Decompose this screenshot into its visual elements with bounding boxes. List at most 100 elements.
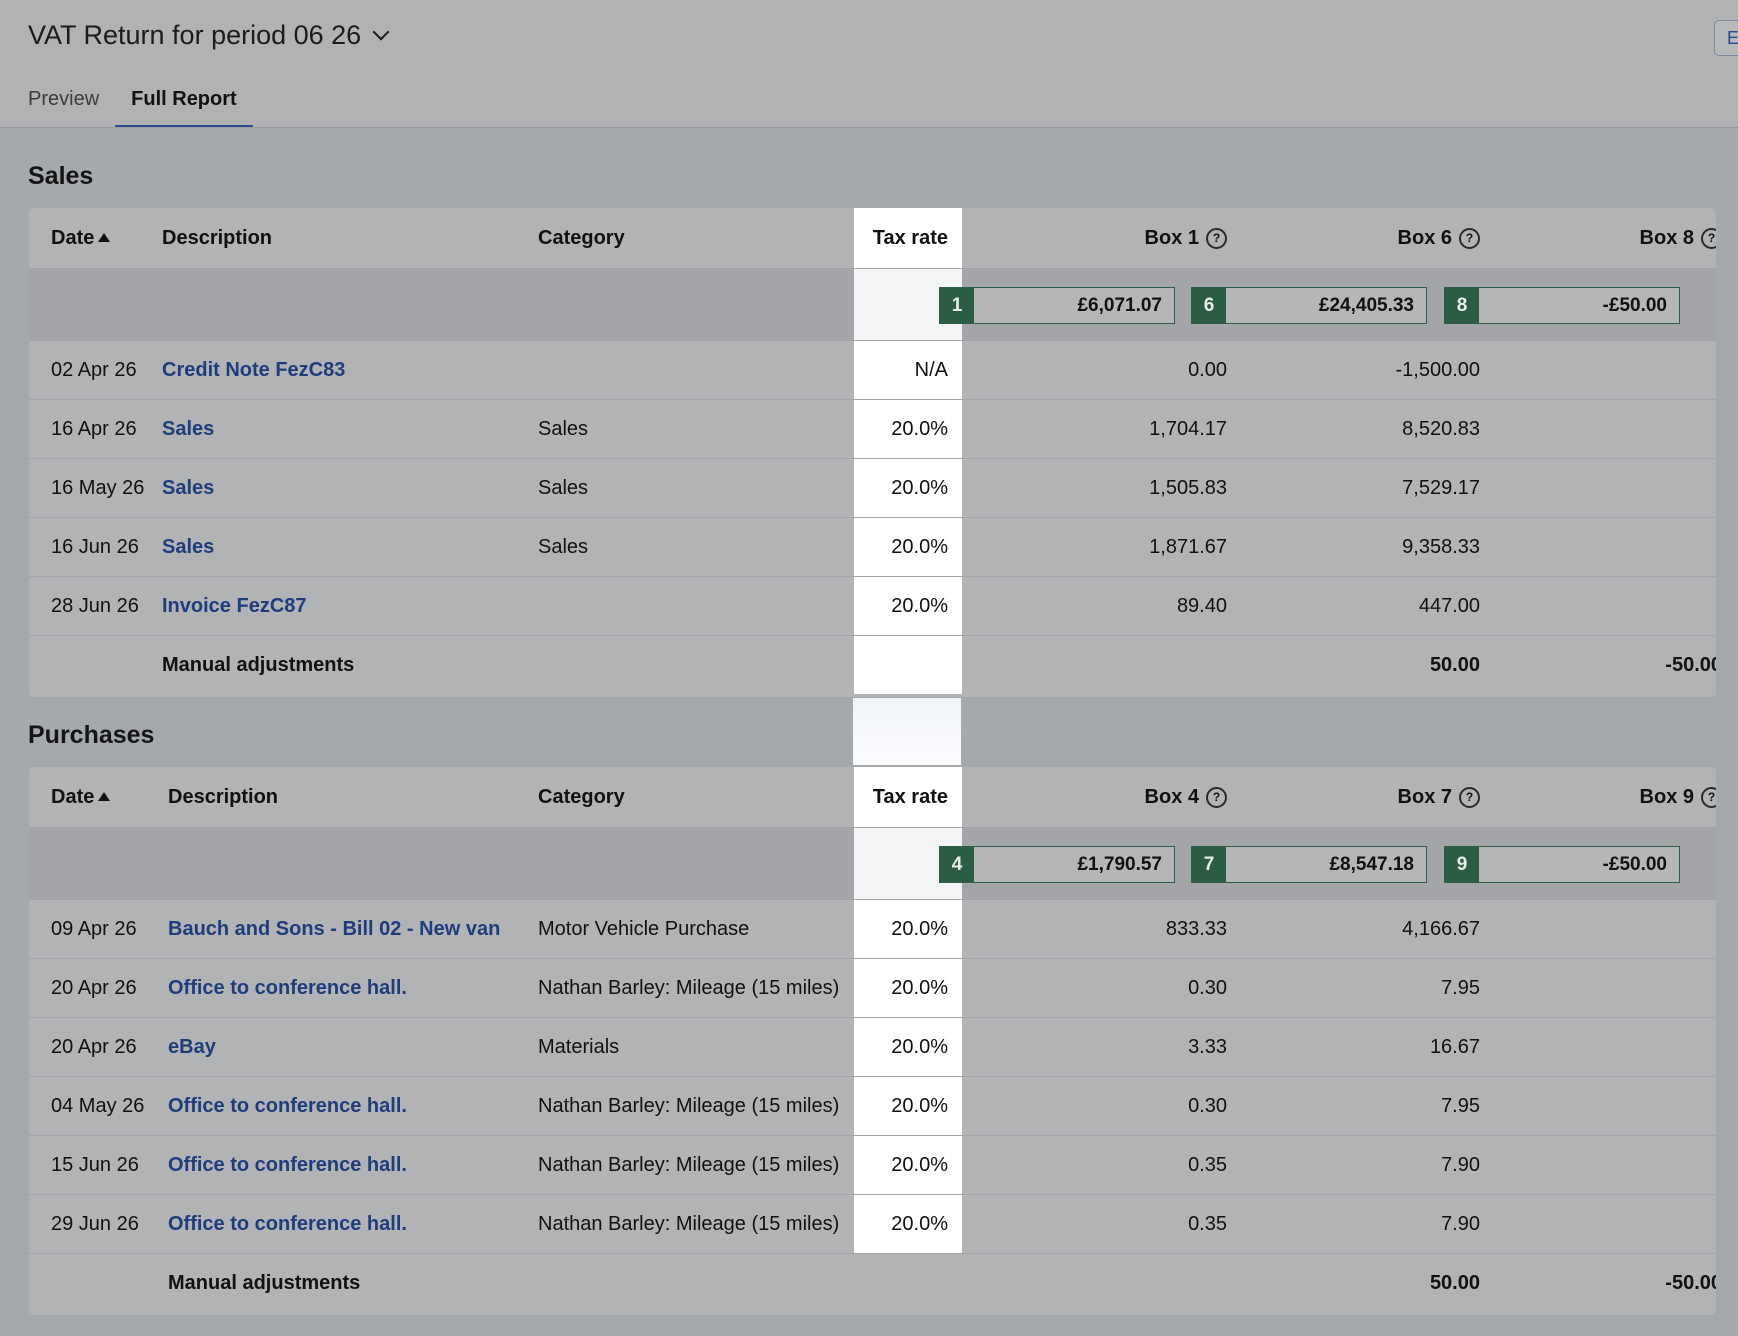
box-header-label: Box 6 <box>1397 226 1452 249</box>
box-total-badge: 9 -£50.00 <box>1444 846 1680 883</box>
row-category: Nathan Barley: Mileage (15 miles) <box>538 1212 840 1235</box>
row-box-value: 16.67 <box>1429 1035 1480 1058</box>
table-header-row: Date Description Category Tax rate Box 1? Box… <box>29 208 1716 269</box>
table-row: 28 Jun 26 Invoice FezC87 20.0% 89.40 447.00 <box>29 577 1716 636</box>
row-box-value <box>1522 459 1716 517</box>
row-description-link[interactable]: Office to conference hall. <box>168 1195 528 1253</box>
row-box-value <box>1522 341 1716 399</box>
row-description-link[interactable]: Sales <box>162 459 522 517</box>
row-category: Sales <box>538 535 589 558</box>
box-total-badge: 8 -£50.00 <box>1444 287 1680 324</box>
table-row: 02 Apr 26 Credit Note FezC83 N/A 0.00 -1,500… <box>29 341 1716 400</box>
row-description-link[interactable]: Invoice FezC87 <box>162 577 522 635</box>
table-row: 20 Apr 26 Office to conference hall. Natha… <box>29 959 1716 1018</box>
box-header-label: Box 7 <box>1397 785 1452 808</box>
row-box-value: 0.00 <box>1188 358 1227 381</box>
row-box-value <box>1522 900 1716 958</box>
manual-adjustments-row: Manual adjustments 50.00 -50.00 <box>29 636 1716 694</box>
row-date: 04 May 26 <box>51 1094 145 1117</box>
box-total-amount: £6,071.07 <box>1077 294 1162 316</box>
box-number: 9 <box>1445 847 1479 882</box>
date-header-label: Date <box>51 785 95 808</box>
manual-box-value: -50.00 <box>1665 1271 1717 1294</box>
row-description-link[interactable]: Office to conference hall. <box>168 1136 528 1194</box>
table-row: 16 Apr 26 Sales Sales 20.0% 1,704.17 8,520.83 <box>29 400 1716 459</box>
box-number: 1 <box>940 288 974 323</box>
row-description-link[interactable]: Office to conference hall. <box>168 1077 528 1135</box>
help-icon[interactable]: ? <box>1701 786 1716 808</box>
row-date: 20 Apr 26 <box>51 976 137 999</box>
export-button[interactable]: E <box>1714 20 1738 56</box>
row-box-value: 8,520.83 <box>1402 417 1480 440</box>
row-box-value <box>1522 577 1716 635</box>
row-box-value: 447.00 <box>1418 594 1480 617</box>
row-box-value <box>1522 400 1716 458</box>
row-description-link[interactable]: Sales <box>162 400 522 458</box>
box-number: 8 <box>1445 288 1479 323</box>
box-total-badge: 1 £6,071.07 <box>939 287 1175 324</box>
tax-rate-highlight-band <box>853 697 961 765</box>
row-box-value: 0.35 <box>1188 1153 1227 1176</box>
row-box-value: -1,500.00 <box>1395 358 1480 381</box>
tab-bar: Preview Full Report <box>28 88 253 128</box>
row-box-value <box>1522 1195 1716 1253</box>
table-row: 20 Apr 26 eBay Materials 20.0% 3.33 16.67 <box>29 1018 1716 1077</box>
box-total-amount: £1,790.57 <box>1077 853 1162 875</box>
help-icon[interactable]: ? <box>1206 786 1227 808</box>
box-total-amount: -£50.00 <box>1602 853 1667 875</box>
row-tax-rate: 20.0% <box>891 476 948 499</box>
period-selector[interactable]: VAT Return for period 06 26 <box>28 20 390 51</box>
tax-rate-column-header: Tax rate <box>872 785 948 808</box>
row-category: Motor Vehicle Purchase <box>538 917 750 940</box>
row-date: 20 Apr 26 <box>51 1035 137 1058</box>
box-column-header: Box 1? <box>1027 208 1227 268</box>
row-date: 16 May 26 <box>51 476 145 499</box>
row-description-link[interactable]: eBay <box>168 1018 528 1076</box>
help-icon[interactable]: ? <box>1701 227 1716 249</box>
box-column-header: Box 8? <box>1522 208 1716 268</box>
help-icon[interactable]: ? <box>1459 786 1480 808</box>
help-icon[interactable]: ? <box>1459 227 1480 249</box>
row-box-value: 7.95 <box>1441 976 1480 999</box>
date-column-header[interactable]: Date <box>51 767 151 827</box>
row-box-value: 0.30 <box>1188 1094 1227 1117</box>
date-column-header[interactable]: Date <box>51 208 151 268</box>
row-box-value: 3.33 <box>1188 1035 1227 1058</box>
category-column-header: Category <box>538 226 625 249</box>
tab-preview[interactable]: Preview <box>28 88 99 128</box>
box-column-header: Box 4? <box>1027 767 1227 827</box>
box-total-amount: £8,547.18 <box>1329 853 1414 875</box>
row-box-value <box>1522 1077 1716 1135</box>
row-tax-rate: 20.0% <box>891 594 948 617</box>
manual-adjustments-label: Manual adjustments <box>162 653 355 676</box>
purchases-section-title: Purchases <box>28 721 155 749</box>
row-box-value <box>1522 959 1716 1017</box>
tab-full-report[interactable]: Full Report <box>115 88 253 128</box>
row-description-link[interactable]: Sales <box>162 518 522 576</box>
row-description-link[interactable]: Office to conference hall. <box>168 959 528 1017</box>
manual-box-value <box>1027 636 1227 694</box>
row-box-value: 0.35 <box>1188 1212 1227 1235</box>
table-row: 29 Jun 26 Office to conference hall. Natha… <box>29 1195 1716 1254</box>
row-category: Nathan Barley: Mileage (15 miles) <box>538 1153 840 1176</box>
row-tax-rate: 20.0% <box>891 976 948 999</box>
box-number: 6 <box>1192 288 1226 323</box>
row-tax-rate: 20.0% <box>891 1035 948 1058</box>
row-description-link[interactable]: Bauch and Sons - Bill 02 - New van <box>168 900 528 958</box>
box-number: 4 <box>940 847 974 882</box>
help-icon[interactable]: ? <box>1206 227 1227 249</box>
row-box-value: 4,166.67 <box>1402 917 1480 940</box>
row-description-link[interactable]: Credit Note FezC83 <box>162 341 522 399</box>
tax-rate-column-header: Tax rate <box>872 226 948 249</box>
manual-adjustments-row: Manual adjustments 50.00 -50.00 <box>29 1254 1716 1312</box>
table-row: 04 May 26 Office to conference hall. Natha… <box>29 1077 1716 1136</box>
row-box-value: 7.90 <box>1441 1153 1480 1176</box>
row-tax-rate: 20.0% <box>891 1212 948 1235</box>
category-column-header: Category <box>538 785 625 808</box>
purchases-table: Date Description Category Tax rate Box 4? Box… <box>28 766 1717 1316</box>
table-row: 15 Jun 26 Office to conference hall. Natha… <box>29 1136 1716 1195</box>
row-category <box>538 577 848 635</box>
page-title: VAT Return for period 06 26 <box>28 20 362 50</box>
box-total-amount: £24,405.33 <box>1318 294 1414 316</box>
box-total-badge: 7 £8,547.18 <box>1191 846 1427 883</box>
